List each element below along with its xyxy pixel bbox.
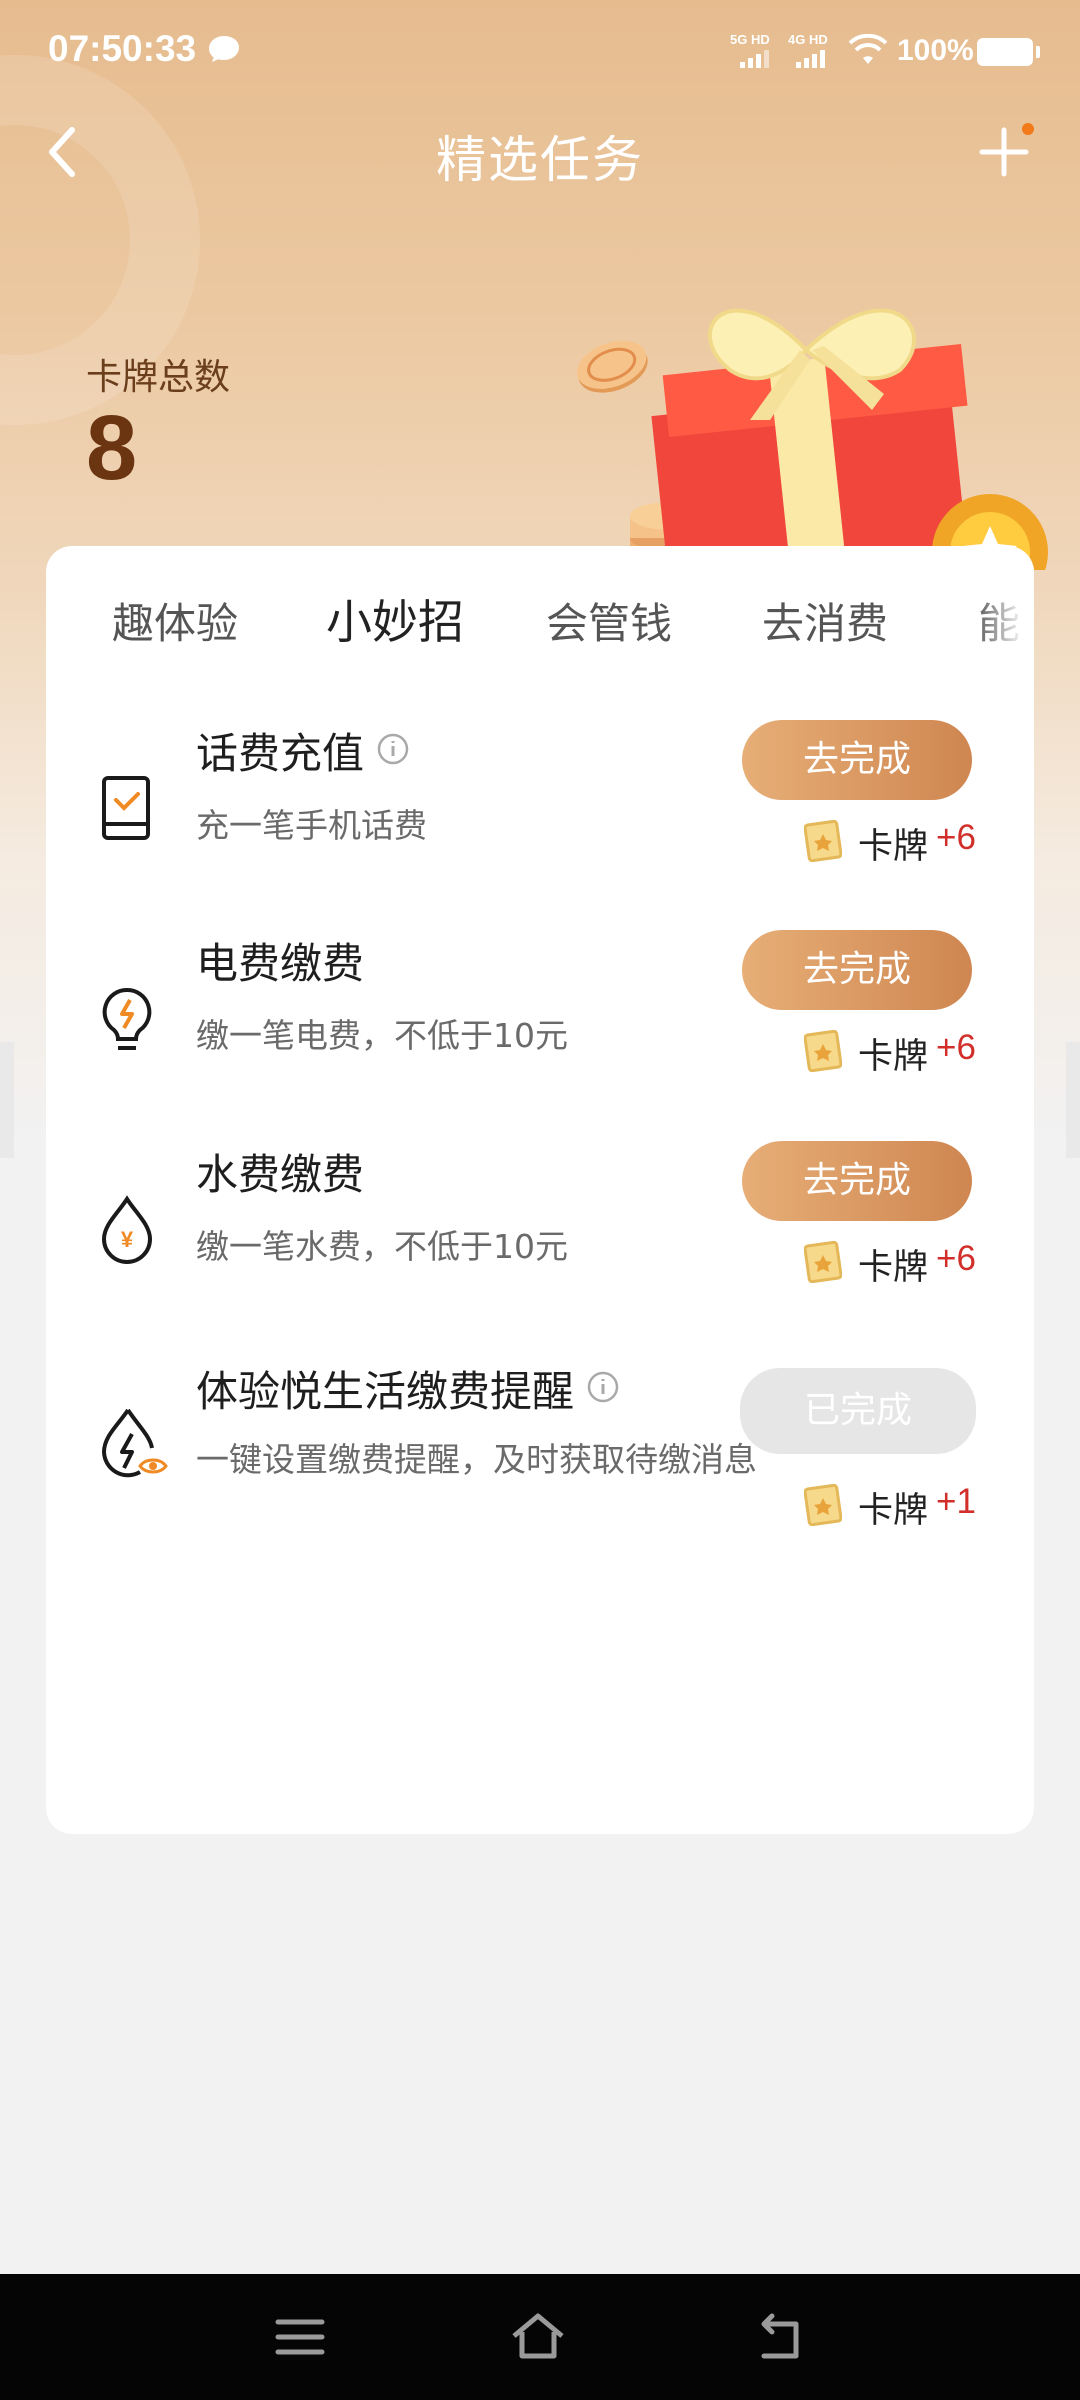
task-panel: 趣体验 小妙招 会管钱 去消费 能力 话费充值 充一笔手机话费 去完成 卡牌 +… <box>46 546 1034 1834</box>
menu-icon[interactable] <box>272 2310 328 2364</box>
card-icon <box>804 1030 842 1072</box>
gift-illustration <box>577 308 1048 570</box>
reward-value: +6 <box>936 818 976 857</box>
info-icon[interactable] <box>586 1370 620 1404</box>
reminder-icon <box>101 1408 168 1478</box>
reward: 卡牌 +6 <box>804 818 1004 867</box>
task-title-text: 话费充值 <box>196 729 365 778</box>
signal-icon-1 <box>740 50 769 68</box>
task-description: 充一笔手机话费 <box>196 806 427 845</box>
battery-icon <box>977 38 1040 66</box>
reward: 卡牌 +6 <box>804 1028 1004 1077</box>
card-count-label: 卡牌总数 <box>86 357 231 398</box>
tab-bar: 趣体验 小妙招 会管钱 去消费 能力 <box>46 546 1034 676</box>
phone-bill-icon <box>102 776 150 840</box>
reward-value: +1 <box>936 1482 976 1521</box>
reward-value: +6 <box>936 1028 976 1067</box>
water-drop-icon: ¥ <box>101 1195 153 1264</box>
task-title: 水费缴费 <box>196 1150 365 1199</box>
reward-value: +6 <box>936 1239 976 1278</box>
floating-coin <box>577 340 648 393</box>
card-icon <box>804 1484 842 1526</box>
reward: 卡牌 +1 <box>804 1482 1004 1531</box>
tab-money-management[interactable]: 会管钱 <box>546 590 672 651</box>
complete-button[interactable]: 去完成 <box>742 1141 972 1221</box>
tab-fade <box>974 566 1034 666</box>
bulb-icon <box>102 987 152 1050</box>
battery-percent: 100% <box>897 34 974 67</box>
task-description: 缴一笔水费，不低于10元 <box>196 1227 568 1266</box>
home-icon[interactable] <box>510 2310 566 2364</box>
tab-consumption[interactable]: 去消费 <box>762 590 888 651</box>
back-nav-icon[interactable] <box>752 2310 808 2364</box>
card-count-value: 8 <box>86 397 138 499</box>
network-label-5g: 5G HD <box>730 32 770 47</box>
side-band-left <box>0 1042 14 1158</box>
reward-label: 卡牌 <box>858 1491 929 1531</box>
reward-label: 卡牌 <box>858 827 929 867</box>
task-description: 一键设置缴费提醒，及时获取待缴消息 <box>196 1440 757 1479</box>
side-band-right <box>1066 1042 1080 1158</box>
card-icon <box>804 820 842 862</box>
tab-fun-experience[interactable]: 趣体验 <box>112 590 238 651</box>
task-title: 体验悦生活缴费提醒 <box>196 1358 620 1419</box>
signal-icon-2 <box>796 50 825 68</box>
system-navigation-bar <box>0 2274 1080 2400</box>
task-title: 电费缴费 <box>196 939 365 988</box>
complete-button[interactable]: 去完成 <box>742 720 972 800</box>
wifi-icon <box>848 34 888 64</box>
completed-button[interactable]: 已完成 <box>740 1368 976 1454</box>
network-label-4g: 4G HD <box>788 32 828 47</box>
back-icon[interactable] <box>38 122 90 182</box>
gift-box <box>651 308 970 570</box>
status-time: 07:50:33 <box>48 28 197 69</box>
task-title-text: 体验悦生活缴费提醒 <box>196 1367 575 1416</box>
info-icon[interactable] <box>376 732 410 766</box>
notification-dot <box>1022 123 1034 135</box>
status-bar: 07:50:33 5G HD 4G HD 100% <box>0 0 1080 100</box>
page-title: 精选任务 <box>436 131 644 189</box>
reward-label: 卡牌 <box>858 1037 929 1077</box>
complete-button[interactable]: 去完成 <box>742 930 972 1010</box>
reward-label: 卡牌 <box>858 1248 929 1288</box>
task-description: 缴一笔电费，不低于10元 <box>196 1016 568 1055</box>
task-title: 话费充值 <box>196 720 410 781</box>
svg-text:¥: ¥ <box>121 1227 134 1252</box>
tab-tips[interactable]: 小妙招 <box>326 586 464 652</box>
reward: 卡牌 +6 <box>804 1239 1004 1288</box>
message-icon <box>209 36 239 62</box>
card-icon <box>804 1241 842 1283</box>
